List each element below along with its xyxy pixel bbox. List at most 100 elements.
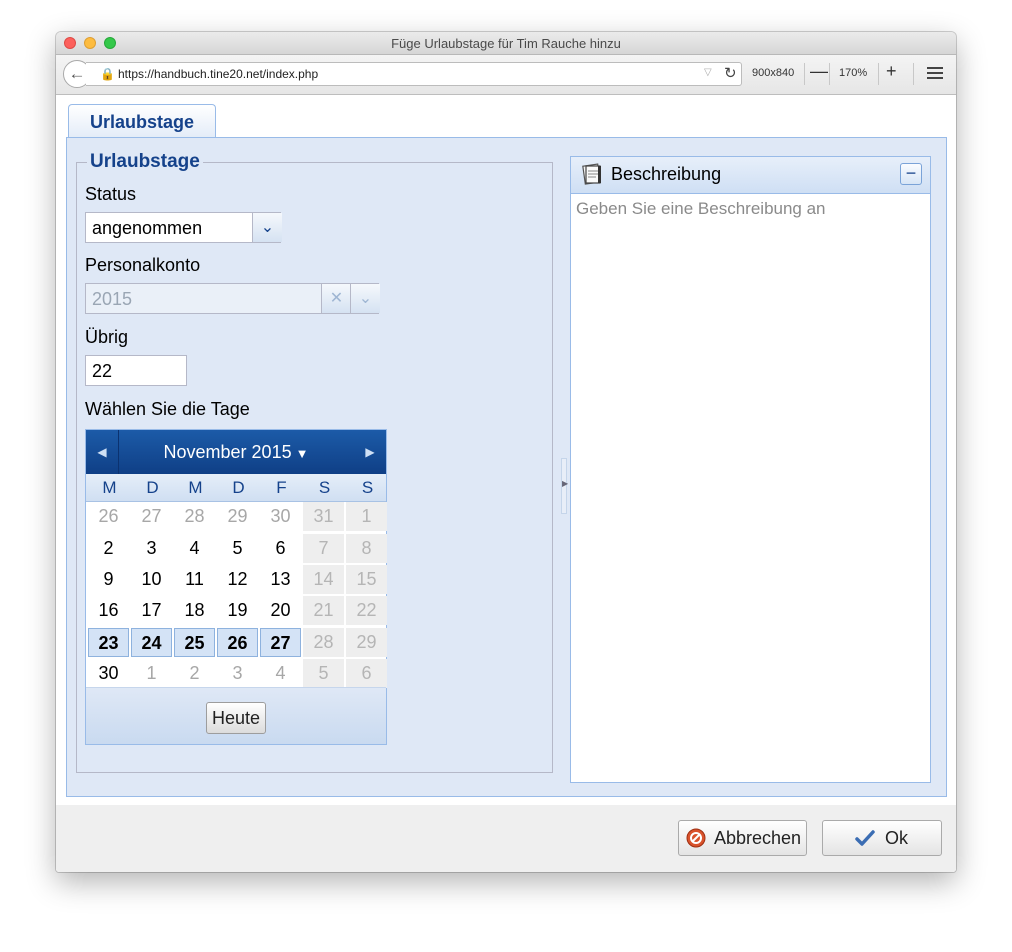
calendar-day-selected[interactable]: 26: [217, 628, 258, 657]
calendar-day[interactable]: 27: [131, 502, 172, 531]
cancel-button[interactable]: Abbrechen: [678, 820, 807, 856]
calendar-day[interactable]: 10: [131, 565, 172, 594]
reload-icon[interactable]: ↻: [724, 64, 737, 82]
description-header: Beschreibung −: [571, 157, 930, 194]
calendar-day[interactable]: 22: [346, 596, 387, 625]
weekday-label: S: [361, 478, 374, 497]
next-month-icon[interactable]: ▶: [354, 430, 386, 474]
lock-icon: 🔒: [100, 67, 115, 81]
weekday-label: D: [146, 478, 159, 497]
calendar-day[interactable]: 13: [260, 565, 301, 594]
window-size-readout: 900x840: [752, 67, 795, 79]
calendar-day[interactable]: 21: [303, 596, 344, 625]
calendar-day[interactable]: 4: [174, 534, 215, 563]
calendar-day[interactable]: 6: [346, 659, 387, 688]
fieldset-legend: Urlaubstage: [87, 151, 203, 173]
calendar-day[interactable]: 6: [260, 534, 301, 563]
hamburger-menu-icon[interactable]: [927, 67, 943, 79]
calendar-day[interactable]: 1: [131, 659, 172, 688]
toolbar-divider: [913, 63, 914, 85]
zoom-level[interactable]: 170%: [839, 67, 867, 79]
calendar-day[interactable]: 8: [346, 534, 387, 563]
weekday-label: F: [276, 478, 287, 497]
calendar-day[interactable]: 15: [346, 565, 387, 594]
description-title: Beschreibung: [611, 164, 722, 184]
account-label: Personalkonto: [85, 255, 201, 275]
cancel-button-label: Abbrechen: [714, 828, 802, 848]
calendar-day[interactable]: 1: [346, 502, 387, 531]
account-combobox[interactable]: 2015 ✕ ⌄: [85, 283, 380, 314]
calendar-day[interactable]: 2: [88, 534, 129, 563]
status-combobox[interactable]: angenommen ⌄: [85, 212, 282, 243]
calendar-day[interactable]: 20: [260, 596, 301, 625]
calendar-header: ◀ November 2015 ▼ ▶: [86, 430, 386, 474]
chevron-down-icon[interactable]: ⌄: [252, 213, 282, 242]
app-window: Füge Urlaubstage für Tim Rauche hinzu ← …: [56, 32, 956, 872]
days-label: Wählen Sie die Tage: [85, 399, 250, 419]
weekday-header: M D M D F S S: [86, 474, 386, 502]
calendar-day[interactable]: 30: [260, 502, 301, 531]
today-button[interactable]: Heute: [206, 702, 266, 734]
account-value: 2015: [86, 284, 321, 313]
calendar-day[interactable]: 3: [131, 534, 172, 563]
tab-panel: Urlaubstage Status angenommen ⌄ Personal…: [66, 137, 947, 797]
notes-icon: [582, 163, 601, 185]
weekday-label: M: [188, 478, 203, 497]
panel-splitter[interactable]: ▶: [561, 458, 569, 514]
toolbar-divider: [804, 63, 805, 85]
clear-icon[interactable]: ✕: [321, 284, 351, 313]
url-dropdown-icon[interactable]: ▽: [704, 67, 712, 78]
calendar-day[interactable]: 2: [174, 659, 215, 688]
previous-month-icon[interactable]: ◀: [86, 430, 119, 474]
description-panel: Beschreibung − Geben Sie eine Beschreibu…: [570, 156, 931, 783]
window-title: Füge Urlaubstage für Tim Rauche hinzu: [391, 36, 621, 51]
remaining-label: Übrig: [85, 327, 129, 347]
calendar-day[interactable]: 14: [303, 565, 344, 594]
checkmark-icon: [855, 830, 875, 846]
calendar-day[interactable]: 5: [303, 659, 344, 688]
calendar-day-selected[interactable]: 23: [88, 628, 129, 657]
remaining-days-field[interactable]: 22: [85, 355, 187, 386]
zoom-out-button[interactable]: —: [810, 61, 828, 82]
description-textarea[interactable]: Geben Sie eine Beschreibung an: [576, 199, 925, 777]
calendar-day[interactable]: 31: [303, 502, 344, 531]
cancel-icon: [686, 828, 706, 848]
calendar-day-selected[interactable]: 25: [174, 628, 215, 657]
ok-button[interactable]: Ok: [822, 820, 942, 856]
calendar-day[interactable]: 18: [174, 596, 215, 625]
calendar-day[interactable]: 12: [217, 565, 258, 594]
month-selector[interactable]: November 2015 ▼: [146, 430, 326, 474]
calendar-day[interactable]: 29: [217, 502, 258, 531]
weekday-label: S: [318, 478, 331, 497]
calendar-day[interactable]: 7: [303, 534, 344, 563]
dialog-content: Urlaubstage Urlaubstage Status angenomme…: [56, 95, 956, 872]
calendar-day[interactable]: 28: [174, 502, 215, 531]
calendar-day[interactable]: 9: [88, 565, 129, 594]
toolbar-divider: [829, 63, 830, 85]
expand-arrow-icon: ▶: [562, 479, 569, 488]
calendar-day[interactable]: 4: [260, 659, 301, 688]
url-text: https://handbuch.tine20.net/index.php: [118, 67, 319, 81]
calendar-day[interactable]: 5: [217, 534, 258, 563]
collapse-icon[interactable]: −: [900, 163, 922, 185]
weekday-label: M: [102, 478, 117, 497]
calendar-day[interactable]: 30: [88, 659, 129, 688]
window-titlebar: Füge Urlaubstage für Tim Rauche hinzu: [56, 32, 956, 55]
calendar-day[interactable]: 11: [174, 565, 215, 594]
address-bar[interactable]: 🔒 https://handbuch.tine20.net/index.php …: [86, 62, 742, 86]
chevron-down-icon[interactable]: ⌄: [350, 284, 380, 313]
caret-down-icon: ▼: [295, 446, 309, 461]
ok-button-label: Ok: [885, 828, 909, 848]
zoom-in-button[interactable]: +: [886, 61, 897, 82]
calendar-day[interactable]: 29: [346, 628, 387, 657]
calendar-day[interactable]: 19: [217, 596, 258, 625]
weekday-label: D: [232, 478, 245, 497]
tab-urlaubstage[interactable]: Urlaubstage: [68, 104, 216, 138]
calendar-day-selected[interactable]: 27: [260, 628, 301, 657]
calendar-day[interactable]: 28: [303, 628, 344, 657]
calendar-day[interactable]: 26: [88, 502, 129, 531]
calendar-day[interactable]: 17: [131, 596, 172, 625]
calendar-day[interactable]: 3: [217, 659, 258, 688]
calendar-day-selected[interactable]: 24: [131, 628, 172, 657]
calendar-day[interactable]: 16: [88, 596, 129, 625]
